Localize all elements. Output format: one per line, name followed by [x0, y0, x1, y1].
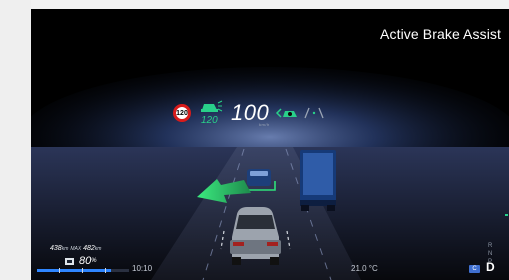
range-readout: 438km MAX 482km: [50, 245, 101, 252]
battery-tick: [82, 268, 84, 273]
page: Active Brake Assist 120 120 100 km/h 438…: [0, 0, 509, 280]
battery-level-fill: [37, 269, 111, 272]
outside-temperature: 21.0 °C: [351, 264, 378, 273]
battery-percent: 80: [79, 255, 92, 267]
current-gear: D: [486, 260, 495, 274]
current-speed: 100 km/h: [231, 100, 270, 127]
left-margin: [0, 0, 31, 280]
acc-indicator: 120: [199, 100, 223, 126]
max-range-label: MAX: [70, 246, 82, 252]
speed-limit-value: 120: [176, 109, 188, 117]
battery-tick: [59, 268, 61, 273]
truck-vehicle: [300, 150, 336, 211]
feature-title: Active Brake Assist: [380, 26, 501, 42]
max-range-value: 482: [83, 245, 95, 252]
acc-set-speed: 120: [201, 115, 218, 126]
gear-option: R: [488, 243, 493, 249]
battery-icon: [65, 257, 74, 265]
range-value: 438: [50, 245, 62, 252]
speed-unit: km/h: [259, 122, 270, 127]
instrument-cluster-display: Active Brake Assist 120 120 100 km/h 438…: [31, 9, 509, 280]
range-unit: km: [61, 246, 69, 252]
lane-assist-icon: [304, 107, 324, 119]
battery-percent-unit: %: [91, 258, 97, 264]
max-range-unit: km: [94, 246, 102, 252]
car-acc-icon: [201, 100, 223, 112]
battery-tick: [105, 268, 107, 273]
battery-level-bar: [37, 268, 129, 273]
gear-option: N: [488, 251, 493, 257]
battery-status: 80%: [65, 255, 97, 267]
clock: 10:10: [132, 264, 153, 273]
steering-assist-icon: [276, 108, 298, 118]
head-up-speed-bar: 120 120 100 km/h: [173, 98, 325, 128]
speed-limit-sign: 120: [173, 104, 191, 122]
drive-mode-badge: C: [469, 265, 480, 273]
driving-scene: [31, 9, 509, 280]
